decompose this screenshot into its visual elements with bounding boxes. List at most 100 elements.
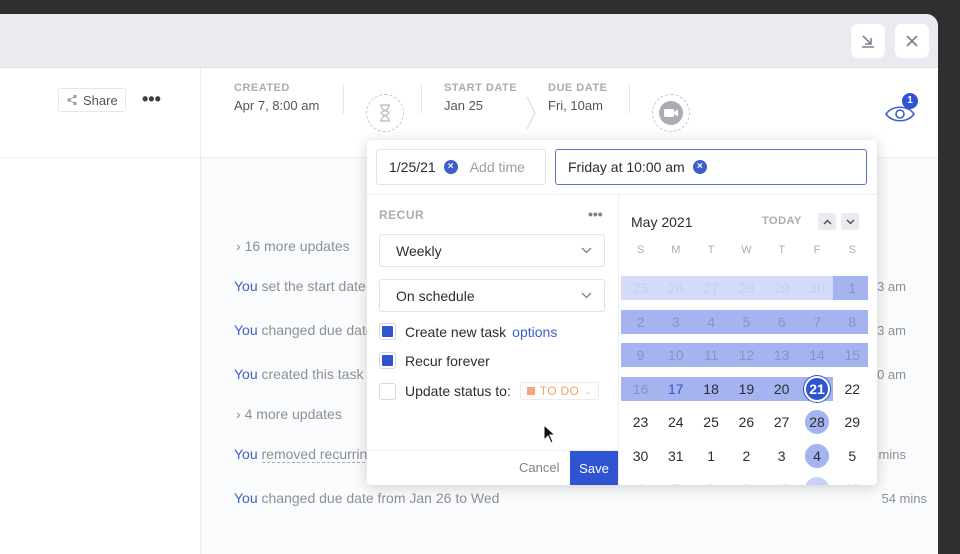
calendar-day[interactable]: 12: [729, 343, 764, 367]
recur-forever-checkbox[interactable]: [379, 352, 396, 369]
calendar-day[interactable]: 26: [658, 276, 693, 300]
calendar-day[interactable]: 15: [835, 343, 870, 367]
calendar-day[interactable]: 14: [800, 343, 835, 367]
activity-user[interactable]: You: [234, 446, 258, 462]
collapse-button[interactable]: [851, 24, 885, 58]
next-month-button[interactable]: [841, 213, 859, 230]
recur-more-button[interactable]: •••: [588, 206, 603, 222]
chevron-right-icon: ›: [236, 238, 241, 254]
more-dots-icon: •••: [142, 89, 161, 109]
calendar-day[interactable]: 17: [658, 377, 693, 401]
calendar-day[interactable]: 4: [800, 444, 835, 468]
calendar-day[interactable]: 8: [835, 310, 870, 334]
calendar-day[interactable]: 20: [764, 377, 799, 401]
calendar-day[interactable]: 27: [764, 410, 799, 434]
activity-text[interactable]: removed recurring: [261, 446, 376, 463]
calendar-day[interactable]: 10: [658, 343, 693, 367]
calendar-day[interactable]: 10: [764, 477, 799, 485]
close-button[interactable]: [895, 24, 929, 58]
calendar-day[interactable]: 9: [623, 343, 658, 367]
clear-due-date-icon[interactable]: ×: [692, 160, 707, 174]
due-date-value: Friday at 10:00 am: [568, 159, 685, 175]
activity-user[interactable]: You: [234, 366, 258, 382]
due-date-value: Fri, 10am: [548, 98, 603, 113]
calendar-day[interactable]: 7: [800, 310, 835, 334]
activity-time: 3 am: [877, 323, 906, 338]
calendar-day[interactable]: 31: [658, 444, 693, 468]
calendar-day[interactable]: 26: [729, 410, 764, 434]
activity-time: 54 mins: [881, 491, 927, 506]
calendar-day[interactable]: 13: [764, 343, 799, 367]
share-button[interactable]: Share: [58, 88, 126, 112]
activity-item: You changed due date: [234, 322, 374, 338]
more-options-button[interactable]: •••: [142, 89, 161, 109]
calendar-day[interactable]: 25: [623, 276, 658, 300]
calendar-day[interactable]: 7: [658, 477, 693, 485]
calendar-day[interactable]: 1: [694, 444, 729, 468]
activity-item: You removed recurring: [234, 446, 376, 463]
create-new-task-checkbox[interactable]: [379, 323, 396, 340]
calendar-day[interactable]: 3: [658, 310, 693, 334]
today-button[interactable]: TODAY: [762, 215, 802, 227]
frequency-select[interactable]: Weekly: [379, 234, 605, 267]
update-status-checkbox[interactable]: [379, 382, 396, 400]
activity-user[interactable]: You: [234, 278, 258, 294]
calendar-day[interactable]: 30: [623, 444, 658, 468]
calendar-day[interactable]: 19: [729, 377, 764, 401]
due-date-field[interactable]: DUE DATE Fri, 10am: [548, 82, 607, 113]
calendar-day[interactable]: 3: [764, 444, 799, 468]
clear-start-date-icon[interactable]: ×: [443, 160, 458, 174]
calendar-day[interactable]: 5: [729, 310, 764, 334]
calendar-day[interactable]: 2: [623, 310, 658, 334]
options-link[interactable]: options: [512, 324, 557, 340]
chevron-up-icon: [822, 218, 832, 225]
calendar-day[interactable]: 18: [694, 377, 729, 401]
calendar-day[interactable]: 11: [800, 477, 835, 485]
prev-month-button[interactable]: [818, 213, 836, 230]
activity-time: 0 am: [877, 367, 906, 382]
add-time-placeholder[interactable]: Add time: [470, 159, 525, 175]
more-updates-toggle[interactable]: › 4 more updates: [236, 406, 342, 422]
calendar-day[interactable]: 11: [694, 343, 729, 367]
calendar-day[interactable]: 4: [694, 310, 729, 334]
watchers-button[interactable]: 1: [882, 93, 918, 126]
calendar-day-selected[interactable]: 21: [800, 377, 835, 401]
calendar-day[interactable]: 2: [729, 444, 764, 468]
calendar-day[interactable]: 28: [729, 276, 764, 300]
status-select[interactable]: TO DO ⌄: [519, 382, 599, 400]
more-updates-toggle[interactable]: › 16 more updates: [236, 238, 350, 254]
video-button[interactable]: [652, 94, 690, 132]
recur-mode-value: On schedule: [396, 287, 475, 304]
recur-forever-label: Recur forever: [405, 352, 490, 369]
calendar-day[interactable]: 29: [764, 276, 799, 300]
calendar-day[interactable]: 28: [800, 410, 835, 434]
calendar-day[interactable]: 29: [835, 410, 870, 434]
start-date-value: 1/25/21: [389, 159, 436, 175]
activity-user[interactable]: You: [234, 322, 258, 338]
activity-user[interactable]: You: [234, 490, 258, 506]
calendar-day[interactable]: 8: [694, 477, 729, 485]
calendar-day[interactable]: 24: [658, 410, 693, 434]
cancel-button[interactable]: Cancel: [519, 460, 559, 475]
save-button[interactable]: Save: [570, 451, 618, 485]
activity-text: changed due date: [261, 322, 374, 338]
time-tracking-button[interactable]: [366, 94, 404, 132]
calendar-day[interactable]: 16: [623, 377, 658, 401]
calendar-day[interactable]: 6: [623, 477, 658, 485]
calendar-day[interactable]: 25: [694, 410, 729, 434]
divider: [629, 84, 630, 114]
calendar-day[interactable]: 30: [800, 276, 835, 300]
start-date-field[interactable]: START DATE Jan 25: [444, 82, 517, 113]
due-date-input[interactable]: Friday at 10:00 am ×: [555, 149, 867, 185]
calendar-day[interactable]: 22: [835, 377, 870, 401]
calendar-day[interactable]: 23: [623, 410, 658, 434]
calendar-day[interactable]: 12: [835, 477, 870, 485]
video-camera-icon: [659, 101, 683, 125]
calendar-day[interactable]: 9: [729, 477, 764, 485]
start-date-input[interactable]: 1/25/21 × Add time: [376, 149, 546, 185]
recur-mode-select[interactable]: On schedule: [379, 279, 605, 312]
calendar-day[interactable]: 1: [835, 276, 870, 300]
calendar-day[interactable]: 5: [835, 444, 870, 468]
calendar-day[interactable]: 6: [764, 310, 799, 334]
calendar-day[interactable]: 27: [694, 276, 729, 300]
